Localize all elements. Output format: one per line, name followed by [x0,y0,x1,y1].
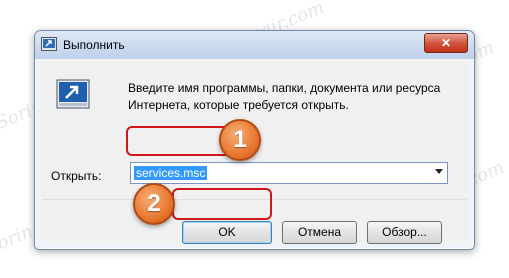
ok-button[interactable]: OK [182,221,272,244]
browse-button[interactable]: Обзор... [367,221,442,244]
close-button[interactable]: ✕ [424,33,468,53]
title-bar[interactable]: Выполнить ✕ [35,31,474,59]
open-label: Открыть: [51,169,102,183]
step-2-badge: 2 [133,183,175,225]
cancel-button[interactable]: Отмена [282,221,357,244]
run-program-icon [56,79,90,109]
window-title: Выполнить [63,38,125,52]
ok-button-highlight [172,188,272,220]
step-1-badge: 1 [219,119,261,161]
description-text: Введите имя программы, папки, документа … [128,81,441,112]
open-input-value[interactable]: services.msc [134,166,208,180]
open-combobox[interactable]: services.msc [130,162,448,184]
input-highlight [126,126,232,156]
dropdown-arrow-icon[interactable] [435,169,443,174]
run-icon [41,37,57,51]
